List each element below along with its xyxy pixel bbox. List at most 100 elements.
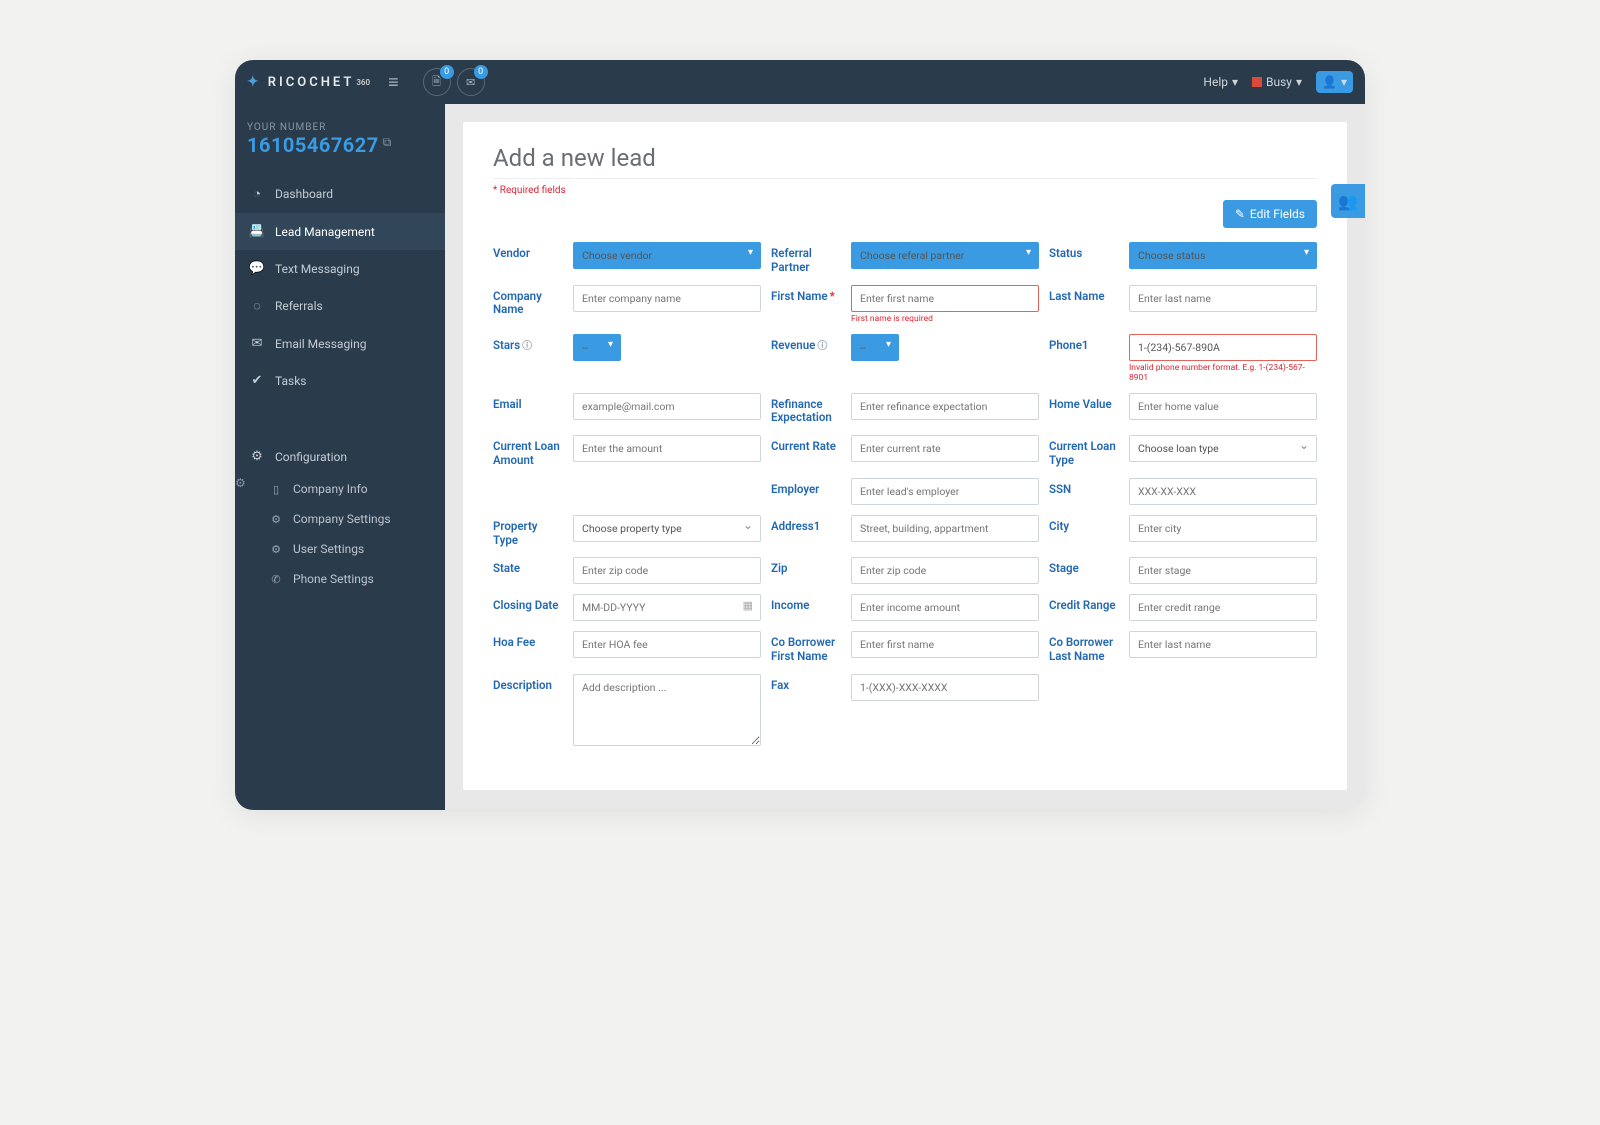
stars-select[interactable]: -- — [573, 334, 621, 361]
help-menu[interactable]: Help▾ — [1203, 75, 1238, 89]
nav-lead-management[interactable]: 📇Lead Management — [235, 213, 445, 250]
envelope-icon: ✉ — [249, 336, 265, 351]
property-type-select[interactable]: Choose property type — [573, 515, 761, 542]
rate-input[interactable] — [851, 435, 1039, 462]
chevron-down-icon: ▾ — [1341, 75, 1347, 89]
people-icon: 👥 — [1338, 192, 1358, 211]
add-lead-card: Add a new lead * Required fields ✎Edit F… — [463, 122, 1347, 790]
menu-toggle-icon[interactable]: ≡ — [388, 72, 399, 93]
config-phone-settings[interactable]: ✆Phone Settings — [235, 564, 445, 594]
state-input[interactable] — [573, 557, 761, 584]
first-name-error: First name is required — [851, 314, 1039, 324]
phone1-error: Invalid phone number format. E.g. 1-(234… — [1129, 363, 1317, 383]
state-label: State — [493, 557, 565, 584]
phone1-input[interactable] — [1129, 334, 1317, 361]
co-fn-input[interactable] — [851, 631, 1039, 658]
desc-label: Description — [493, 674, 565, 750]
loan-type-select[interactable]: Choose loan type — [1129, 435, 1317, 462]
loan-amount-label: Current Loan Amount — [493, 435, 565, 468]
nav-email-messaging[interactable]: ✉Email Messaging — [235, 325, 445, 362]
nav-text-messaging[interactable]: 💬Text Messaging — [235, 250, 445, 287]
refi-label: Refinance Expectation — [771, 393, 843, 426]
window-settings-icon: ⚙ — [235, 476, 249, 490]
first-name-input[interactable] — [851, 285, 1039, 312]
info-icon: ⓘ — [522, 341, 532, 352]
gear-icon: ⚙ — [269, 513, 283, 526]
user-menu[interactable]: 👤▾ — [1316, 71, 1353, 93]
hoa-input[interactable] — [573, 631, 761, 658]
last-name-label: Last Name — [1049, 285, 1121, 324]
stars-label: Starsⓘ — [493, 334, 565, 383]
speech-bubble-icon: 💬 — [249, 261, 265, 276]
co-ln-label: Co Borrower Last Name — [1049, 631, 1121, 664]
topbar: ✦ RICOCHET360 ≡ 🗎 0 ✉ 0 Help▾ Busy▾ 👤▾ — [235, 60, 1365, 104]
status-menu[interactable]: Busy▾ — [1252, 75, 1302, 89]
city-input[interactable] — [1129, 515, 1317, 542]
chevron-down-icon: ▾ — [1232, 75, 1238, 89]
config-company-info[interactable]: ▯Company Info — [235, 474, 445, 504]
company-input[interactable] — [573, 285, 761, 312]
zip-input[interactable] — [851, 557, 1039, 584]
loan-amount-input[interactable] — [573, 435, 761, 462]
your-number-value: 16105467627 — [247, 133, 379, 157]
nav-tasks[interactable]: ✔Tasks — [235, 362, 445, 399]
phone-icon: ✆ — [269, 573, 283, 586]
ssn-label: SSN — [1049, 478, 1121, 505]
vendor-select[interactable]: Choose vendor — [573, 242, 761, 269]
gear-icon: ⚙ — [249, 449, 265, 464]
brand-sup: 360 — [356, 78, 370, 87]
city-label: City — [1049, 515, 1121, 548]
check-circle-icon: ✔ — [249, 373, 265, 388]
refi-input[interactable] — [851, 393, 1039, 420]
address1-input[interactable] — [851, 515, 1039, 542]
revenue-select[interactable]: -- — [851, 334, 899, 361]
config-header[interactable]: ⚙Configuration — [235, 439, 445, 474]
referral-select[interactable]: Choose referal partner — [851, 242, 1039, 269]
status-select[interactable]: Choose status — [1129, 242, 1317, 269]
home-value-input[interactable] — [1129, 393, 1317, 420]
last-name-input[interactable] — [1129, 285, 1317, 312]
config-company-settings[interactable]: ⚙Company Settings — [235, 504, 445, 534]
nav-dashboard[interactable]: ◔Dashboard — [235, 175, 445, 213]
first-name-label: First Name* — [771, 285, 843, 324]
employer-label: Employer — [771, 478, 843, 505]
income-label: Income — [771, 594, 843, 621]
chevron-down-icon: ▾ — [1296, 75, 1302, 89]
credit-label: Credit Range — [1049, 594, 1121, 621]
property-type-label: Property Type — [493, 515, 565, 548]
stage-label: Stage — [1049, 557, 1121, 584]
config-user-settings[interactable]: ⚙User Settings — [235, 534, 445, 564]
desc-textarea[interactable] — [573, 674, 761, 746]
user-icon: 👤 — [1322, 75, 1337, 89]
employer-input[interactable] — [851, 478, 1039, 505]
zip-label: Zip — [771, 557, 843, 584]
app-window: ⚙ ✦ RICOCHET360 ≡ 🗎 0 ✉ 0 Help▾ Busy▾ 👤▾ — [235, 60, 1365, 810]
nav-referrals[interactable]: ◌Referrals — [235, 287, 445, 325]
mail-notifications-button[interactable]: ✉ 0 — [457, 68, 485, 96]
edit-icon: ✎ — [1235, 207, 1245, 221]
your-number-label: YOUR NUMBER — [247, 122, 433, 133]
income-input[interactable] — [851, 594, 1039, 621]
referral-label: Referral Partner — [771, 242, 843, 275]
folder-user-icon: 📇 — [249, 224, 265, 239]
copy-icon[interactable]: ⧉ — [383, 135, 392, 150]
vendor-label: Vendor — [493, 242, 565, 275]
people-float-button[interactable]: 👥 — [1331, 184, 1365, 218]
ssn-input[interactable] — [1129, 478, 1317, 505]
phone1-label: Phone1 — [1049, 334, 1121, 383]
status-label: Status — [1049, 242, 1121, 275]
doc-badge: 0 — [440, 65, 454, 79]
content: 👥 Add a new lead * Required fields ✎Edit… — [445, 104, 1365, 810]
email-input[interactable] — [573, 393, 761, 420]
stage-input[interactable] — [1129, 557, 1317, 584]
doc-notifications-button[interactable]: 🗎 0 — [423, 68, 451, 96]
gears-icon: ⚙ — [269, 543, 283, 556]
email-label: Email — [493, 393, 565, 426]
status-indicator-icon — [1252, 77, 1262, 87]
credit-input[interactable] — [1129, 594, 1317, 621]
fax-input[interactable] — [851, 674, 1039, 701]
closing-date-input[interactable] — [573, 594, 761, 621]
required-note: * Required fields — [493, 185, 1317, 196]
edit-fields-button[interactable]: ✎Edit Fields — [1223, 200, 1317, 228]
co-ln-input[interactable] — [1129, 631, 1317, 658]
